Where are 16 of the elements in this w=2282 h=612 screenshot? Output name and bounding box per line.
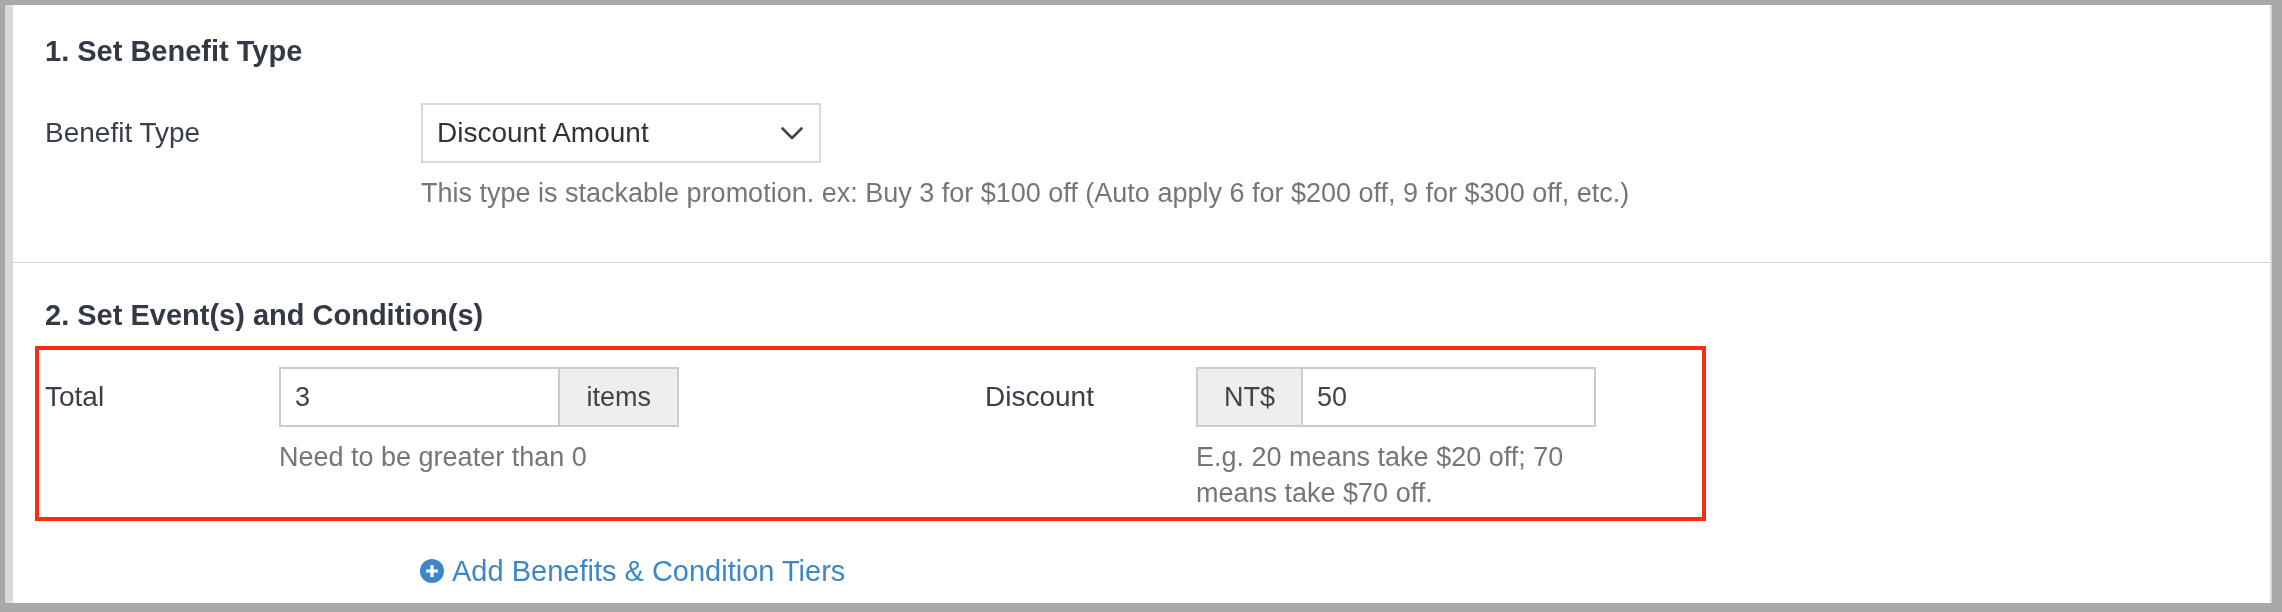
help-text: Need to be greater than 0 — [279, 441, 588, 474]
field-label: Total — [45, 380, 105, 414]
benefit-type-dropdown[interactable]: Discount Amount — [421, 103, 821, 163]
addon-label: NT$ — [1196, 367, 1301, 427]
field-label: Benefit Type — [45, 116, 201, 150]
plus-circle-icon — [420, 559, 444, 583]
add-tiers-link[interactable]: Add Benefits & Condition Tiers — [420, 553, 846, 589]
help-text: This type is stackable promotion. ex: Buy 3 for $100 off (Auto apply 6 for $200 off, 9 for $300 off, etc.) — [421, 177, 1630, 210]
field-label: Discount — [985, 380, 1094, 414]
help-text: E.g. 20 means take $20 off; 70 means take $70 off. — [1196, 441, 1565, 510]
number-input[interactable]: 3 — [279, 367, 561, 427]
number-input[interactable]: 50 — [1301, 367, 1596, 427]
addon-label: items — [560, 367, 679, 427]
section-heading: 2. Set Event(s) and Condition(s) — [45, 298, 484, 333]
chevron-down-icon — [781, 126, 803, 140]
section-heading: 1. Set Benefit Type — [45, 34, 303, 69]
